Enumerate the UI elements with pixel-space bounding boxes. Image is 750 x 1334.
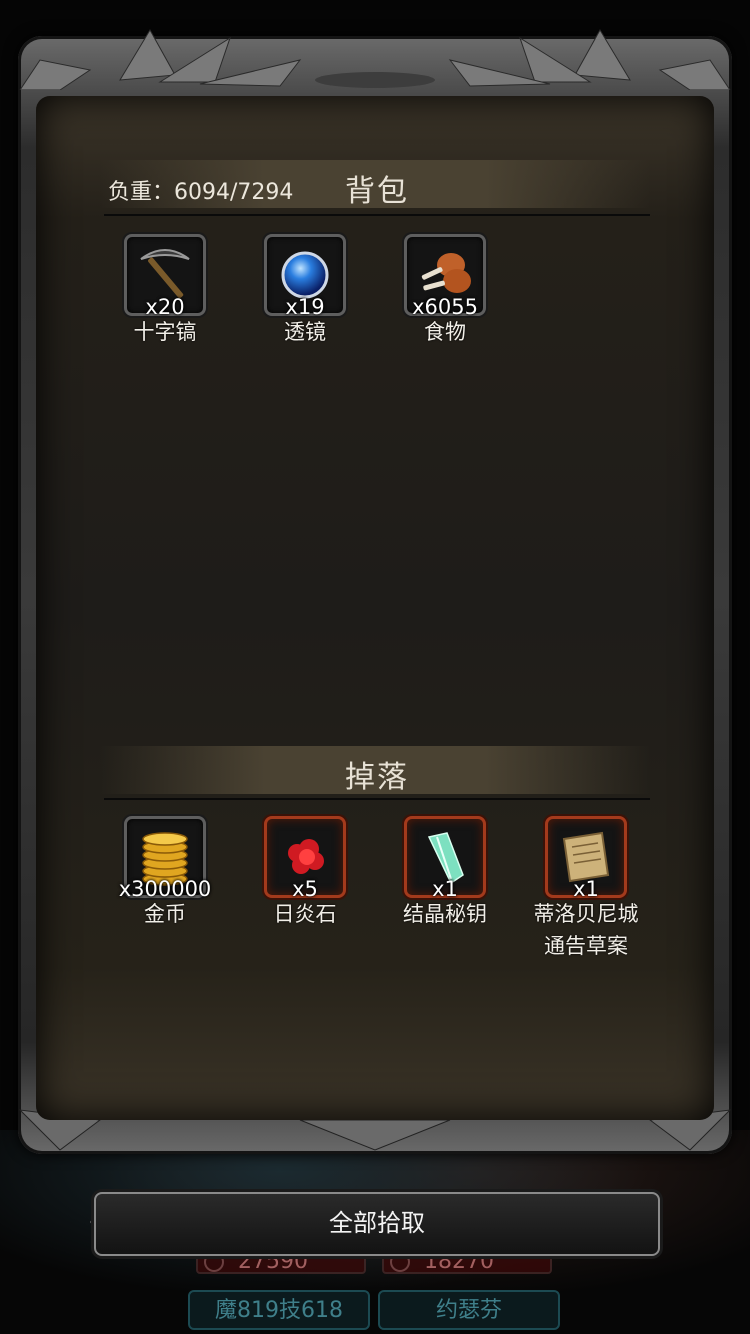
pick-up-all-button[interactable]: 全部拾取 xyxy=(94,1192,660,1256)
inventory-slot[interactable]: x20 十字镐 xyxy=(95,234,235,348)
item-frame[interactable]: x6055 xyxy=(404,234,486,319)
frame-ornament-top xyxy=(19,29,731,90)
item-quantity: x20 xyxy=(145,295,185,319)
item-quantity: x6055 xyxy=(412,295,478,319)
inventory-slot[interactable]: x19 透镜 xyxy=(235,234,375,348)
drop-slot[interactable]: x300000 金币 xyxy=(95,816,235,930)
item-frame[interactable]: x5 xyxy=(264,816,346,901)
item-name-line: 蒂洛贝尼城 xyxy=(533,902,639,926)
divider xyxy=(104,214,650,216)
item-name: 食物 xyxy=(424,320,466,344)
drop-slot[interactable]: x1 蒂洛贝尼城 通告草案 xyxy=(516,816,656,962)
item-frame[interactable]: x1 xyxy=(545,816,627,901)
item-name: 透镜 xyxy=(284,320,326,344)
drops-title: 掉落 xyxy=(345,760,409,795)
item-frame[interactable]: x20 xyxy=(124,234,206,319)
item-quantity: x19 xyxy=(285,295,325,319)
hero-name-tag[interactable]: 约瑟芬 xyxy=(378,1290,560,1330)
item-quantity: x300000 xyxy=(118,877,212,901)
item-quantity: x1 xyxy=(573,877,599,901)
item-frame[interactable]: x300000 xyxy=(119,816,211,901)
drop-slot[interactable]: x1 结晶秘钥 xyxy=(375,816,515,930)
item-frame[interactable]: x1 xyxy=(404,816,486,901)
inventory-title: 背包 xyxy=(345,174,409,209)
inventory-slot[interactable]: x6055 食物 xyxy=(375,234,515,348)
item-name: 十字镐 xyxy=(133,320,197,344)
item-name: 结晶秘钥 xyxy=(403,902,487,926)
item-quantity: x5 xyxy=(292,877,318,901)
item-quantity: x1 xyxy=(432,877,458,901)
divider xyxy=(104,798,650,800)
drop-slot[interactable]: x5 日炎石 xyxy=(235,816,375,930)
weight-capacity: 负重：6094/7294 xyxy=(108,180,294,205)
item-name: 蒂洛贝尼城 通告草案 xyxy=(516,898,656,962)
item-frame[interactable]: x19 xyxy=(264,234,346,319)
item-name-line: 通告草案 xyxy=(544,934,628,958)
item-name: 金币 xyxy=(144,902,186,926)
hero-name-tag[interactable]: 魔819技618 xyxy=(188,1290,370,1330)
item-name: 日炎石 xyxy=(273,902,337,926)
